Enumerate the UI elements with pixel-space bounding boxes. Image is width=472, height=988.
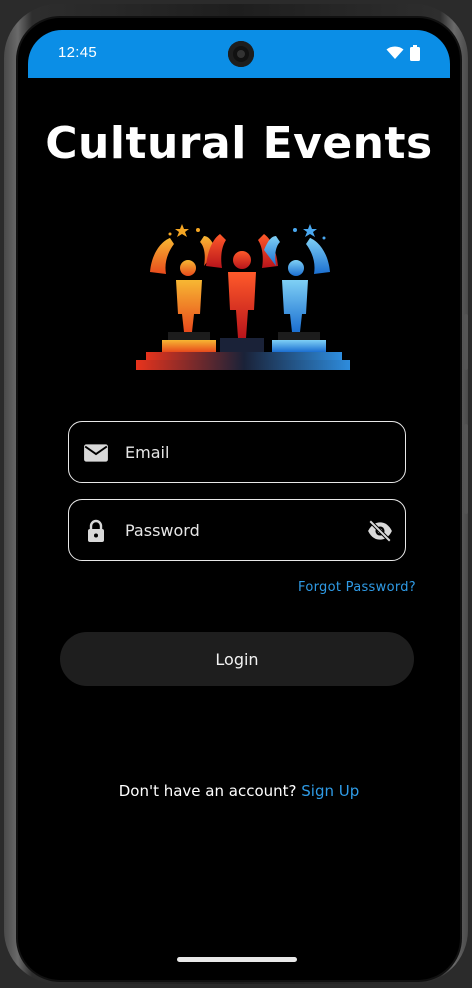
password-input[interactable] (125, 500, 365, 560)
status-time: 12:45 (58, 44, 98, 61)
visibility-off-icon[interactable] (367, 519, 393, 543)
wifi-icon (386, 46, 404, 59)
login-button[interactable]: Login (60, 632, 414, 686)
email-field[interactable] (68, 421, 406, 483)
lock-icon (88, 519, 104, 542)
phone-frame: 12:45 Cultural Events Email Forgot Passw… (4, 4, 468, 984)
signup-prompt: Don't have an account? (118, 782, 297, 800)
trophy-logo (136, 224, 350, 370)
status-bar: 12:45 (28, 30, 450, 78)
power-button (464, 424, 468, 514)
status-icons (386, 45, 420, 61)
email-input[interactable] (125, 422, 365, 482)
screen: 12:45 Cultural Events Email Forgot Passw… (16, 16, 462, 982)
app-title: Cultural Events (45, 118, 433, 169)
battery-icon (410, 45, 420, 61)
front-camera (228, 41, 254, 67)
home-indicator[interactable] (177, 957, 297, 962)
volume-button (464, 314, 468, 370)
forgot-password-link[interactable]: Forgot Password? (298, 580, 416, 595)
email-icon (84, 444, 108, 462)
password-field[interactable] (68, 499, 406, 561)
signup-link[interactable]: Sign Up (301, 782, 359, 800)
signup-row: Don't have an account? Sign Up (28, 782, 450, 800)
